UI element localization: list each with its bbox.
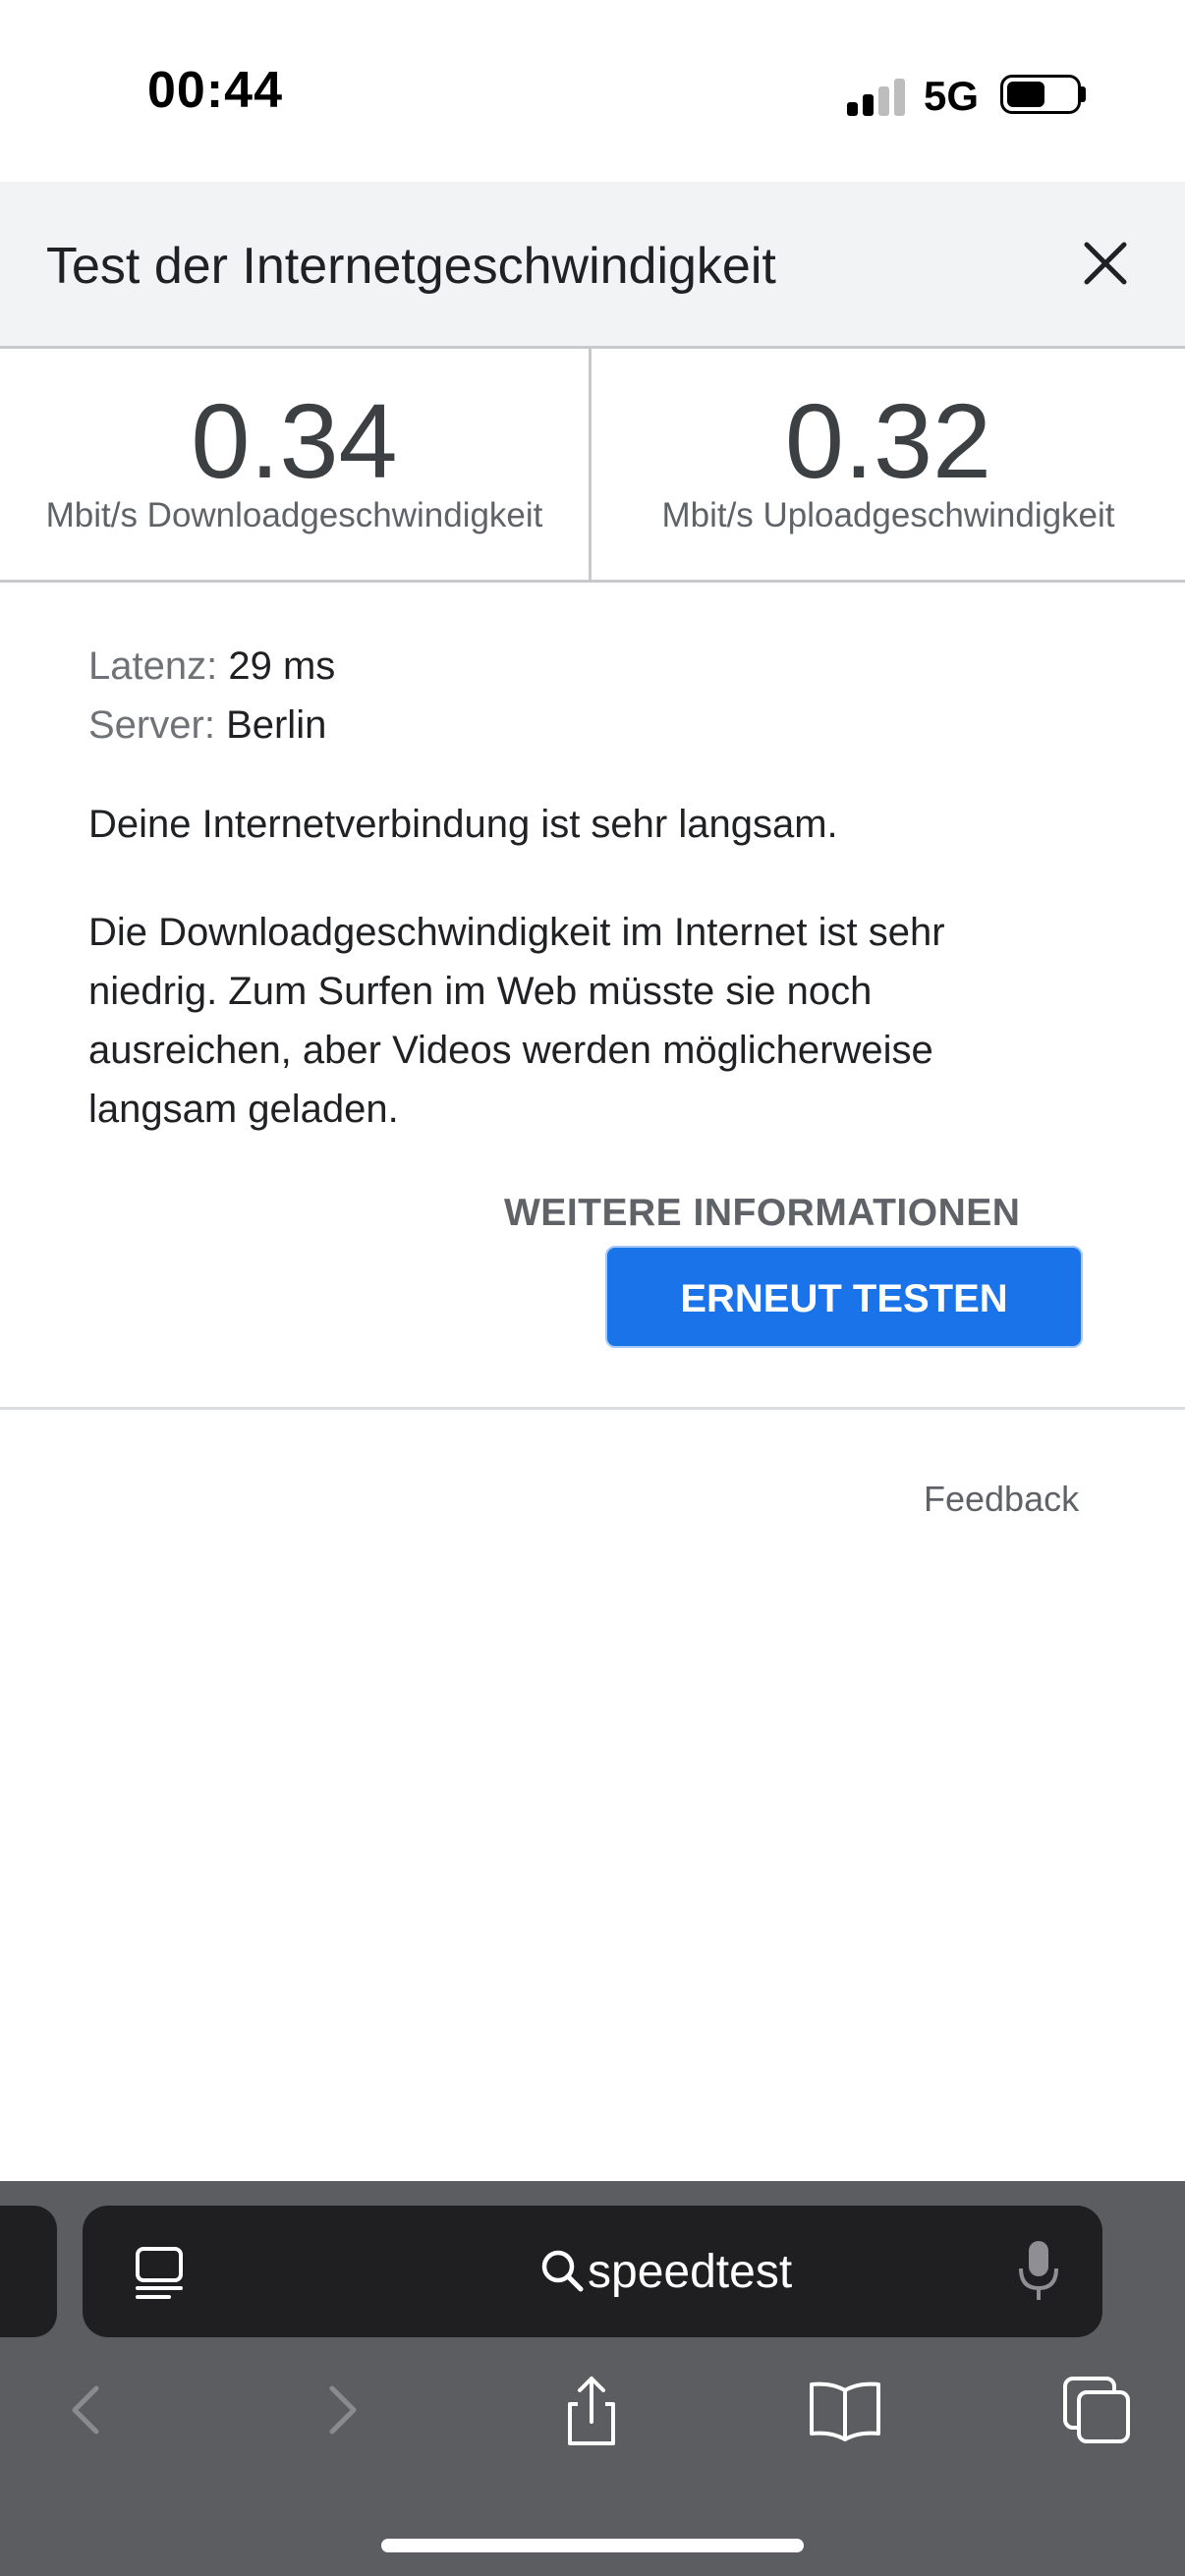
address-text[interactable]: speedtest [588, 2245, 792, 2299]
battery-icon [1000, 75, 1081, 114]
latency-key: Latenz: [88, 644, 218, 688]
more-info-link[interactable]: WEITERE INFORMATIONEN [504, 1192, 1020, 1235]
download-value: 0.34 [191, 381, 398, 500]
tabs-icon[interactable] [1057, 2371, 1136, 2449]
upload-metric: 0.32 Mbit/s Uploadgeschwindigkeit [592, 349, 1184, 580]
previous-tab-preview[interactable] [0, 2206, 57, 2337]
page-title: Test der Internetgeschwindigkeit [46, 238, 776, 295]
close-button[interactable] [1071, 229, 1140, 298]
status-bar: 00:44 5G [0, 0, 1185, 182]
network-type: 5G [924, 73, 980, 119]
bookmarks-icon[interactable] [806, 2371, 884, 2449]
share-icon[interactable] [552, 2371, 631, 2449]
upload-label: Mbit/s Uploadgeschwindigkeit [661, 496, 1115, 534]
dialog-header: Test der Internetgeschwindigkeit [0, 182, 1185, 349]
home-indicator [381, 2539, 804, 2552]
search-icon [541, 2250, 584, 2292]
speed-metrics: 0.34 Mbit/s Downloadgeschwindigkeit 0.32… [0, 349, 1185, 583]
download-label: Mbit/s Downloadgeschwindigkeit [45, 496, 543, 534]
latency-row: Latenz: 29 ms [88, 644, 335, 689]
status-time: 00:44 [147, 62, 283, 119]
download-metric: 0.34 Mbit/s Downloadgeschwindigkeit [0, 349, 592, 580]
close-icon [1084, 242, 1127, 285]
result-details: Latenz: 29 ms Server: Berlin Deine Inter… [0, 583, 1185, 1410]
server-row: Server: Berlin [88, 703, 326, 748]
latency-value: 29 ms [228, 644, 336, 688]
connection-status: Deine Internetverbindung ist sehr langsa… [88, 803, 838, 846]
connection-description: Die Downloadgeschwindigkeit im Internet … [88, 911, 945, 1131]
back-icon[interactable] [47, 2371, 126, 2449]
forward-icon[interactable] [303, 2371, 381, 2449]
page-menu-icon[interactable] [130, 2243, 189, 2302]
address-bar[interactable]: speedtest [83, 2206, 1102, 2337]
server-value: Berlin [226, 703, 327, 747]
server-key: Server: [88, 703, 215, 747]
mic-icon[interactable] [1014, 2237, 1063, 2306]
battery-tip [1081, 86, 1086, 102]
upload-value: 0.32 [784, 381, 992, 500]
retest-button[interactable]: ERNEUT TESTEN [605, 1246, 1083, 1348]
signal-icon [847, 77, 906, 116]
feedback-link[interactable]: Feedback [924, 1479, 1079, 1520]
